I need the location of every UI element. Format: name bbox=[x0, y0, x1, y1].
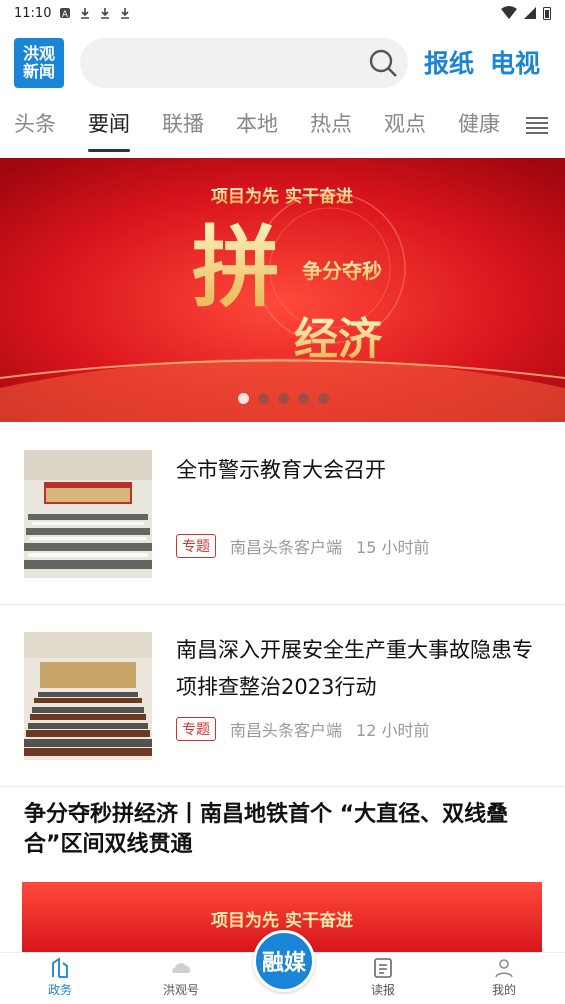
signal-icon bbox=[524, 7, 536, 19]
banner-image: 项目为先 实干奋进 拼 经济 争分夺秒 bbox=[0, 158, 565, 422]
media-center-button[interactable]: 融媒 bbox=[253, 930, 315, 992]
download-icon bbox=[81, 8, 90, 19]
search-icon[interactable] bbox=[368, 48, 398, 78]
download-icon bbox=[101, 8, 110, 19]
center-button-label: 融媒 bbox=[261, 951, 306, 976]
nav-label: 读报 bbox=[370, 983, 395, 997]
wifi-icon bbox=[501, 6, 517, 19]
cloud-icon bbox=[172, 963, 191, 973]
user-icon bbox=[495, 959, 513, 978]
logo-line1: 洪观 bbox=[22, 44, 55, 63]
banner-top-text: 项目为先 实干奋进 bbox=[211, 186, 353, 207]
newspaper-link[interactable]: 报纸 bbox=[424, 44, 474, 80]
news-source: 南昌头条客户端 bbox=[230, 721, 343, 740]
nav-mine[interactable]: 我的 bbox=[464, 957, 544, 998]
channel-tabs: 头条 要闻 联播 本地 热点 观点 健康 bbox=[0, 104, 565, 152]
tab-local[interactable]: 本地 bbox=[236, 108, 278, 138]
carousel-dot[interactable] bbox=[298, 393, 309, 404]
divider bbox=[0, 786, 565, 787]
tab-headlines[interactable]: 头条 bbox=[14, 108, 56, 138]
tab-important-news[interactable]: 要闻 bbox=[88, 108, 130, 152]
battery-icon bbox=[543, 7, 551, 20]
news-item[interactable]: 南昌深入开展安全生产重大事故隐患专项排查整治2023行动 专题 南昌头条客户端 … bbox=[0, 605, 565, 787]
feature-title[interactable]: 争分夺秒拼经济丨南昌地铁首个 “大直径、双线叠合”区间双线贯通 bbox=[24, 800, 545, 860]
carousel-dot[interactable] bbox=[258, 393, 269, 404]
newspaper-icon bbox=[374, 958, 392, 978]
svg-text:A: A bbox=[62, 10, 69, 19]
tab-broadcast[interactable]: 联播 bbox=[162, 108, 204, 138]
tab-hot[interactable]: 热点 bbox=[310, 108, 352, 138]
news-time: 12 小时前 bbox=[356, 721, 430, 740]
government-icon bbox=[52, 957, 68, 978]
banner-main-text: 经济 bbox=[294, 314, 383, 365]
topic-badge: 专题 bbox=[176, 534, 216, 558]
news-item[interactable]: 全市警示教育大会召开 专题 南昌头条客户端 15 小时前 bbox=[0, 422, 565, 604]
carousel-dot[interactable] bbox=[278, 393, 289, 404]
news-time: 15 小时前 bbox=[356, 538, 430, 557]
logo-line2: 新闻 bbox=[22, 62, 55, 81]
topic-badge: 专题 bbox=[176, 717, 216, 741]
status-bar: 11:10 A bbox=[0, 0, 565, 26]
carousel-dot[interactable] bbox=[318, 393, 329, 404]
tab-menu-icon[interactable] bbox=[525, 114, 549, 136]
carousel-indicator[interactable] bbox=[238, 393, 329, 404]
banner-side-text: 争分夺秒 bbox=[302, 259, 382, 283]
news-thumbnail bbox=[24, 632, 152, 760]
app-logo[interactable]: 洪观 新闻 bbox=[14, 38, 64, 88]
banner-main-char: 拼 bbox=[192, 215, 280, 319]
news-title: 全市警示教育大会召开 bbox=[176, 458, 386, 482]
nav-read-paper[interactable]: 读报 bbox=[343, 957, 423, 998]
nav-government[interactable]: 政务 bbox=[20, 957, 100, 998]
clock: 11:10 bbox=[14, 5, 52, 21]
feature-card-text: 项目为先 实干奋进 bbox=[211, 910, 353, 931]
tv-link[interactable]: 电视 bbox=[490, 44, 540, 80]
download-icon bbox=[121, 8, 130, 19]
carousel-dot[interactable] bbox=[238, 393, 249, 404]
tab-health[interactable]: 健康 bbox=[458, 108, 500, 138]
hero-banner[interactable]: 项目为先 实干奋进 拼 经济 争分夺秒 bbox=[0, 158, 565, 422]
app-notification-icon: A bbox=[60, 8, 71, 19]
nav-label: 政务 bbox=[47, 983, 72, 997]
search-input[interactable] bbox=[80, 38, 408, 88]
nav-label: 我的 bbox=[491, 983, 516, 997]
nav-label: 洪观号 bbox=[162, 983, 199, 997]
top-bar: 洪观 新闻 报纸 电视 bbox=[0, 34, 565, 94]
news-title: 南昌深入开展安全生产重大事故隐患专项排查整治2023行动 bbox=[176, 638, 533, 699]
news-thumbnail bbox=[24, 450, 152, 578]
tab-opinion[interactable]: 观点 bbox=[384, 108, 426, 138]
news-source: 南昌头条客户端 bbox=[230, 538, 343, 557]
nav-hongguan[interactable]: 洪观号 bbox=[141, 957, 221, 998]
